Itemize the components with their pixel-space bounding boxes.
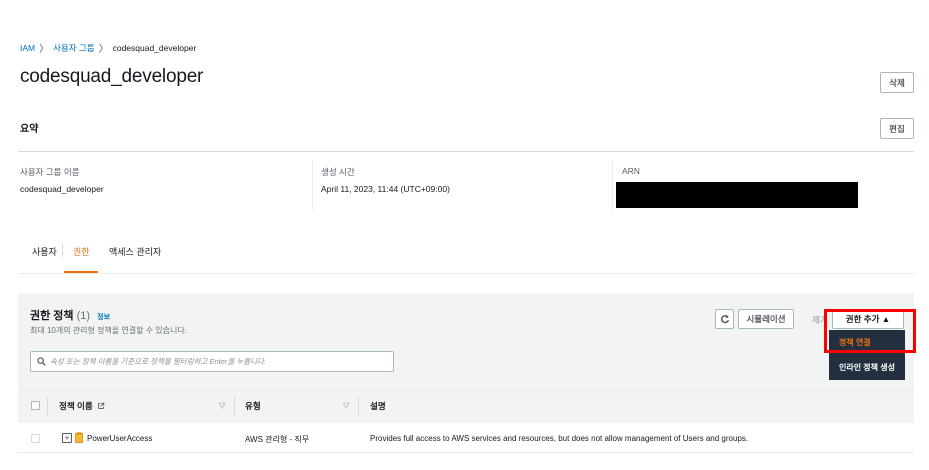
column-header-description: 설명 <box>370 401 386 411</box>
policy-name-link[interactable]: PowerUserAccess <box>87 434 152 443</box>
tab-users[interactable]: 사용자 <box>32 245 57 258</box>
breadcrumb-current: codesquad_developer <box>112 42 197 53</box>
policy-search-input[interactable]: 속성 또는 정책 이름을 기준으로 정책을 필터링하고 Enter를 누릅니다. <box>30 351 394 372</box>
policy-type: AWS 관리형 - 직무 <box>245 435 310 444</box>
search-placeholder: 속성 또는 정책 이름을 기준으로 정책을 필터링하고 Enter를 누릅니다. <box>50 357 267 366</box>
group-name-value: codesquad_developer <box>20 184 104 194</box>
group-name-label: 사용자 그룹 이름 <box>20 167 80 177</box>
table-header <box>18 391 914 421</box>
sort-down-icon[interactable]: ▽ <box>343 401 349 410</box>
tabs-divider <box>18 273 914 274</box>
refresh-icon <box>720 314 729 324</box>
breadcrumb-iam-link[interactable]: IAM <box>20 43 35 53</box>
simulate-button[interactable]: 시뮬레이션 <box>738 309 794 329</box>
summary-title: 요약 <box>20 124 39 135</box>
creation-time-value: April 11, 2023, 11:44 (UTC+09:00) <box>321 184 450 194</box>
aws-managed-policy-icon <box>75 432 83 443</box>
tab-separator <box>62 243 63 257</box>
refresh-button[interactable] <box>715 309 734 329</box>
sort-down-icon[interactable]: ▽ <box>219 401 225 410</box>
permissions-title: 권한 정책 (1) 정보 <box>30 307 110 323</box>
column-header-policy-name[interactable]: 정책 이름 <box>59 400 105 412</box>
row-checkbox[interactable] <box>31 434 40 443</box>
column-divider <box>612 160 613 210</box>
column-divider <box>358 397 359 415</box>
tab-access-advisor[interactable]: 액세스 관리자 <box>109 245 161 258</box>
tab-permissions[interactable]: 권한 <box>73 245 90 258</box>
chevron-right-icon: 〉 <box>98 44 109 55</box>
permissions-count: (1) <box>76 310 91 322</box>
arn-redaction <box>616 182 858 208</box>
edit-button[interactable]: 편집 <box>880 118 914 139</box>
menu-item-create-inline-policy[interactable]: 인라인 정책 생성 <box>829 354 905 380</box>
permissions-title-text: 권한 정책 <box>30 310 74 322</box>
search-icon <box>37 357 46 366</box>
external-link-icon <box>98 402 105 409</box>
column-header-type[interactable]: 유형 <box>245 400 261 412</box>
page-title: codesquad_developer <box>20 66 204 87</box>
select-all-checkbox[interactable] <box>31 401 40 410</box>
column-divider <box>234 397 235 415</box>
highlight-box <box>824 309 916 353</box>
info-link[interactable]: 정보 <box>97 314 110 321</box>
breadcrumb-user-groups-link[interactable]: 사용자 그룹 <box>53 42 94 54</box>
creation-time-label: 생성 시간 <box>321 167 355 177</box>
breadcrumb: IAM 〉 사용자 그룹 〉 codesquad_developer <box>20 40 197 56</box>
policy-description: Provides full access to AWS services and… <box>370 434 749 443</box>
arn-label: ARN <box>622 166 640 176</box>
summary-divider <box>18 151 914 152</box>
chevron-right-icon: 〉 <box>39 44 50 55</box>
permissions-subtitle: 최대 10개의 관리형 정책을 연결할 수 있습니다. <box>30 326 187 335</box>
delete-button[interactable]: 삭제 <box>880 72 914 93</box>
column-divider <box>47 397 48 415</box>
column-divider <box>312 160 313 210</box>
column-policy-name-label: 정책 이름 <box>59 401 93 411</box>
expand-row-icon[interactable]: + <box>62 433 72 443</box>
